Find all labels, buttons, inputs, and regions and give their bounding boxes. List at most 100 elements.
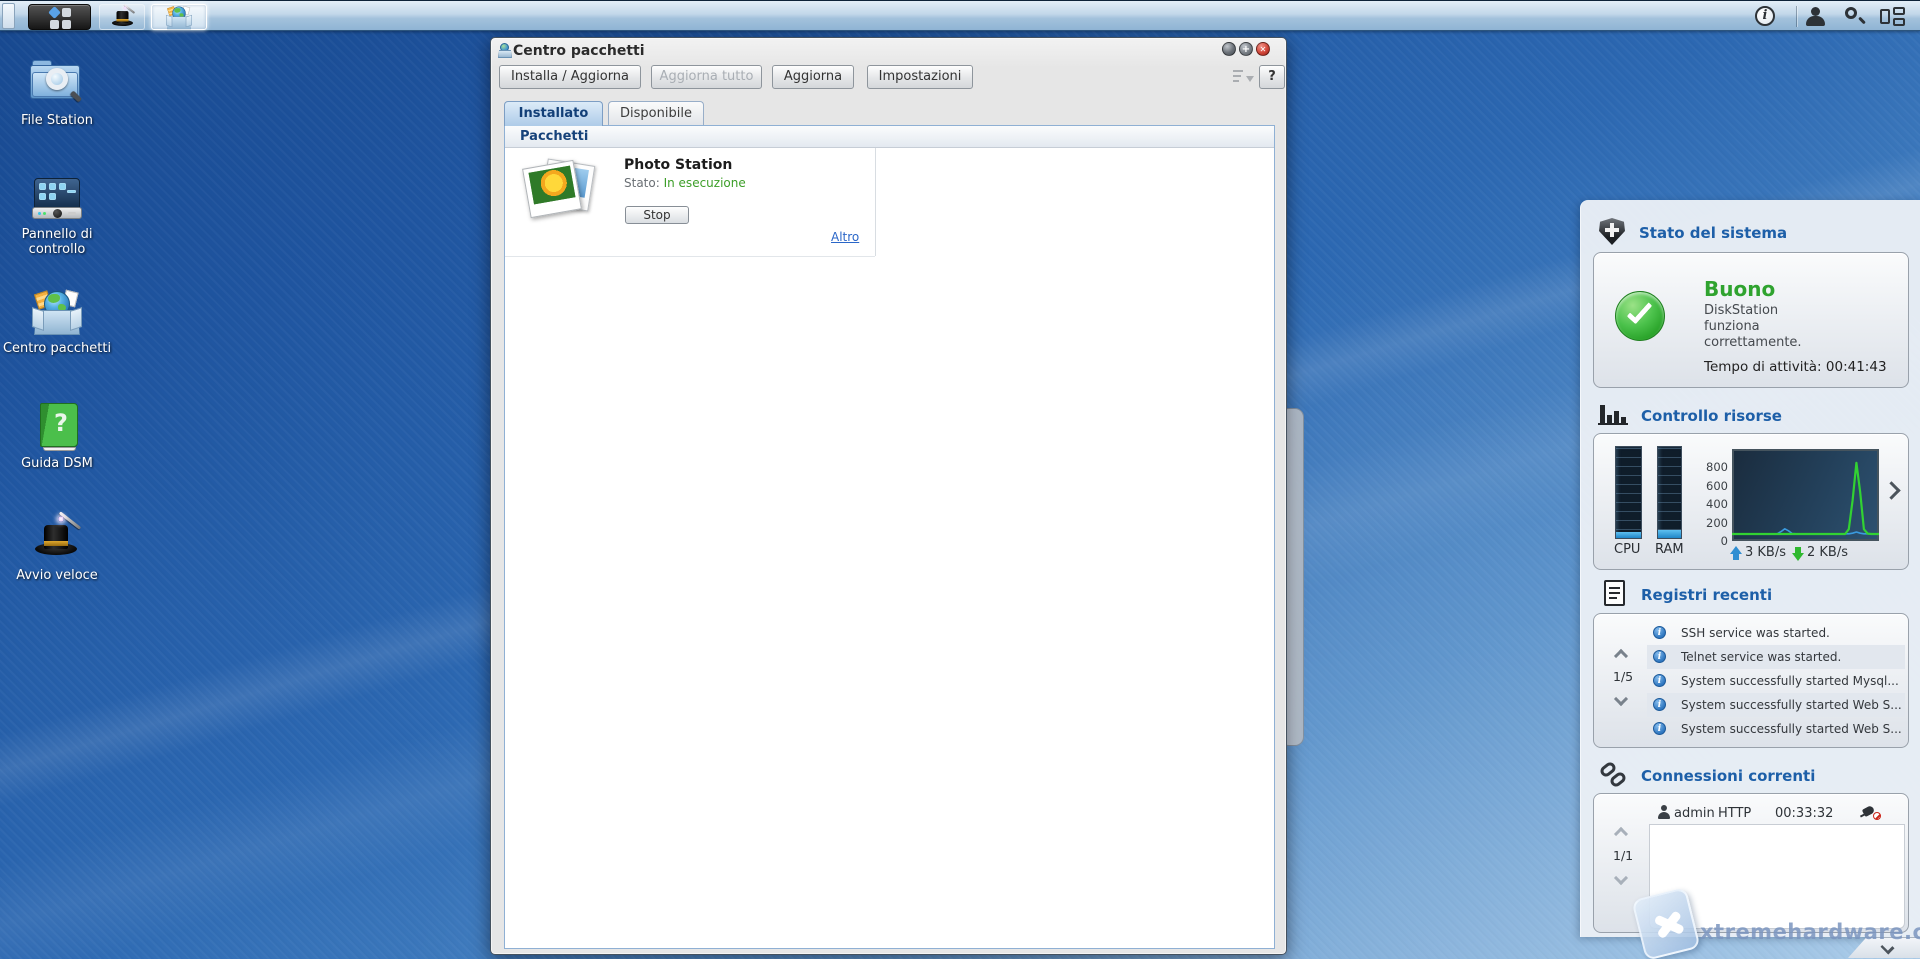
logs-page-down-icon[interactable] — [1614, 692, 1628, 706]
log-row[interactable]: i Telnet service was started. — [1647, 645, 1905, 669]
update-all-button[interactable]: Aggiorna tutto — [651, 65, 762, 89]
package-name: Photo Station — [624, 157, 732, 173]
logs-pager: 1/5 — [1613, 669, 1633, 684]
bar-chart-icon — [1598, 403, 1628, 425]
connections-page-up-icon[interactable] — [1614, 827, 1628, 841]
taskbar: i — [0, 0, 1920, 31]
chevron-right-icon[interactable] — [1882, 481, 1900, 499]
recent-logs-title: Registri recenti — [1641, 586, 1772, 604]
resource-monitor-title: Controllo risorse — [1641, 407, 1782, 425]
help-book-icon: ? — [36, 403, 78, 451]
disconnect-icon[interactable] — [1862, 805, 1882, 821]
refresh-button[interactable]: Aggiorna — [772, 65, 854, 89]
close-button[interactable]: ✕ — [1256, 42, 1270, 56]
help-button[interactable]: ? — [1259, 65, 1285, 89]
info-icon: i — [1653, 650, 1666, 663]
system-status-title: Stato del sistema — [1639, 224, 1787, 242]
system-status-card: Buono DiskStation funziona correttamente… — [1593, 252, 1909, 388]
log-row[interactable]: i System successfully started Web S... — [1647, 717, 1905, 741]
settings-button[interactable]: Impostazioni — [867, 65, 973, 89]
network-chart-svg — [1732, 449, 1879, 537]
minimize-button[interactable] — [1222, 42, 1236, 56]
y-tick: 200 — [1694, 516, 1728, 530]
connection-protocol: HTTP — [1718, 806, 1751, 821]
chain-link-icon — [1599, 762, 1629, 792]
ram-label: RAM — [1655, 542, 1684, 557]
ram-meter — [1657, 446, 1682, 539]
log-text: System successfully started Mysql... — [1681, 669, 1899, 693]
connections-title: Connessioni correnti — [1641, 767, 1815, 785]
document-icon — [1604, 580, 1625, 606]
file-station-icon — [30, 58, 84, 108]
tab-installed[interactable]: Installato — [504, 101, 603, 126]
package-center-icon — [32, 290, 82, 336]
photo-station-icon — [522, 158, 602, 226]
log-row[interactable]: i SSH service was started. — [1647, 621, 1905, 645]
download-arrow-icon — [1792, 546, 1804, 561]
install-update-button[interactable]: Installa / Aggiorna — [499, 65, 641, 89]
status-value: In esecuzione — [664, 176, 746, 190]
recent-logs-card: 1/5 i SSH service was started. i Telnet … — [1593, 613, 1909, 748]
log-text: System successfully started Web S... — [1681, 717, 1902, 741]
desktop-icon-file-station[interactable]: File Station — [2, 58, 112, 128]
tab-available[interactable]: Disponibile — [608, 101, 704, 126]
log-row[interactable]: i System successfully started Web S... — [1647, 693, 1905, 717]
info-icon: i — [1653, 698, 1666, 711]
download-rate: 2 KB/s — [1807, 545, 1848, 560]
package-center-icon — [166, 6, 192, 30]
maximize-button[interactable]: + — [1239, 42, 1253, 56]
logs-page-up-icon[interactable] — [1614, 649, 1628, 663]
grid-divider — [875, 148, 876, 256]
user-icon[interactable] — [1806, 6, 1825, 26]
desktop-icon-control-panel[interactable]: Pannello di controllo — [2, 178, 112, 257]
window-package-icon — [498, 44, 512, 57]
package-center-window: Centro pacchetti + ✕ Installa / Aggiorna… — [490, 37, 1287, 955]
widgets-icon[interactable] — [1880, 7, 1906, 26]
info-icon: i — [1653, 626, 1666, 639]
y-tick: 400 — [1694, 497, 1728, 511]
connection-time: 00:33:32 — [1775, 806, 1833, 821]
log-text: SSH service was started. — [1681, 621, 1830, 645]
cpu-meter — [1615, 446, 1642, 539]
user-icon — [1658, 805, 1670, 819]
taskbar-quick-start-button[interactable] — [99, 4, 145, 30]
connections-list-area — [1649, 824, 1905, 929]
section-header: Pacchetti — [505, 126, 1274, 148]
grid-divider — [505, 256, 875, 257]
info-icon[interactable]: i — [1755, 6, 1775, 26]
y-tick: 0 — [1694, 534, 1728, 548]
connection-user: admin — [1674, 806, 1715, 821]
search-icon[interactable] — [1845, 7, 1866, 25]
widget-panel: Stato del sistema Buono DiskStation funz… — [1580, 200, 1920, 937]
taskbar-separator — [1796, 6, 1797, 27]
magic-hat-icon — [31, 513, 83, 563]
network-traffic-graph — [1732, 449, 1879, 541]
stop-button[interactable]: Stop — [625, 206, 689, 224]
uptime-label: Tempo di attività: 00:41:43 — [1704, 359, 1887, 375]
taskbar-package-center-button[interactable] — [151, 4, 207, 30]
info-icon: i — [1653, 674, 1666, 687]
status-ok-icon — [1615, 291, 1665, 341]
desktop-icon-label: Guida DSM — [2, 456, 112, 471]
connections-pager: 1/1 — [1613, 848, 1633, 863]
status-label: Stato: — [624, 176, 660, 190]
resource-monitor-card: CPU RAM 800 600 400 200 0 3 KB/s 2 KB/s — [1593, 433, 1909, 570]
desktop-icon-dsm-help[interactable]: ? Guida DSM — [2, 403, 112, 471]
log-row[interactable]: i System successfully started Mysql... — [1647, 669, 1905, 693]
desktop-icon-quick-start[interactable]: Avvio veloce — [2, 513, 112, 583]
connections-page-down-icon[interactable] — [1614, 871, 1628, 885]
more-link[interactable]: Altro — [831, 230, 859, 244]
status-word: Buono — [1704, 277, 1775, 301]
info-icon: i — [1653, 722, 1666, 735]
desktop-icon-label: File Station — [2, 113, 112, 128]
show-desktop-button[interactable] — [2, 3, 15, 29]
desktop-icon-label: Centro pacchetti — [2, 341, 112, 356]
log-text: System successfully started Web S... — [1681, 693, 1902, 717]
desktop-icon-package-center[interactable]: Centro pacchetti — [2, 290, 112, 356]
main-menu-button[interactable] — [28, 4, 91, 30]
desktop-icon-label: Avvio veloce — [2, 568, 112, 583]
cpu-label: CPU — [1614, 542, 1640, 557]
package-list-area: Pacchetti Photo Station Stato: In esecuz… — [504, 125, 1275, 949]
sort-descending-icon[interactable] — [1233, 69, 1253, 85]
package-status: Stato: In esecuzione — [624, 176, 746, 190]
